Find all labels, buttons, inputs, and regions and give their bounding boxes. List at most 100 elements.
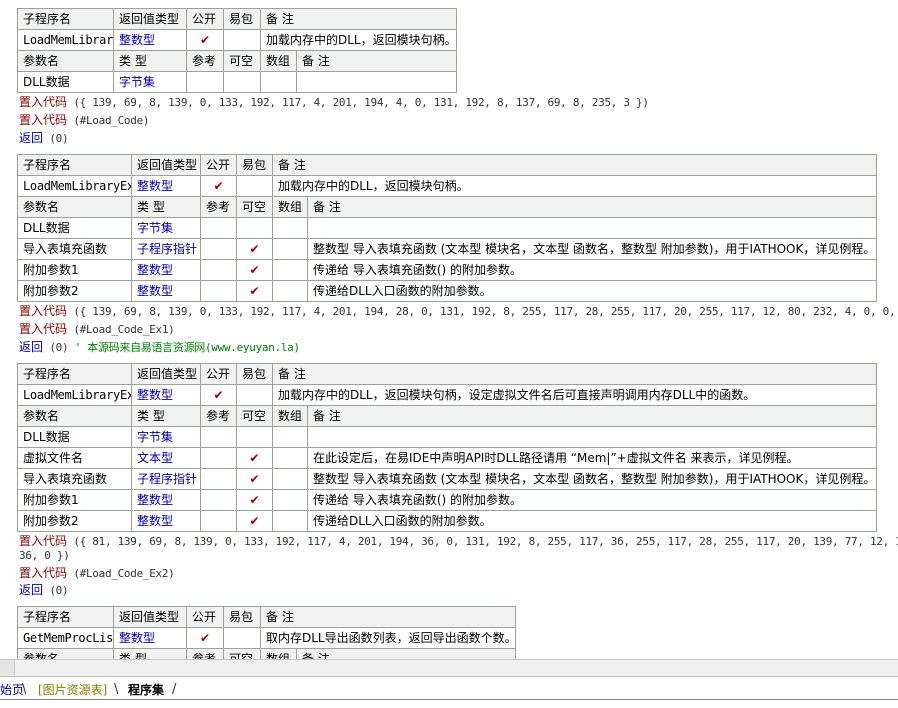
param-note[interactable]	[307, 217, 877, 239]
param-type[interactable]: 子程序指针	[131, 468, 201, 490]
param-row[interactable]: DLL数据 字节集	[17, 217, 877, 239]
code-line[interactable]: 置入代码 ({ 81, 139, 69, 8, 139, 0, 133, 192…	[19, 533, 898, 550]
param-ref[interactable]	[200, 510, 237, 532]
param-ref[interactable]	[200, 426, 237, 448]
code-line[interactable]: 返回 (0)	[19, 130, 69, 147]
param-name[interactable]: DLL数据	[17, 426, 132, 448]
easy-pack-cell[interactable]	[236, 175, 273, 197]
param-row[interactable]: 导入表填充函数 子程序指针 ✔ 整数型 导入表填充函数 (文本型 模块名，文本型…	[17, 238, 877, 260]
param-name[interactable]: 虚拟文件名	[17, 447, 132, 469]
public-check-icon[interactable]: ✔	[200, 175, 237, 197]
param-row[interactable]: 附加参数2 整数型 ✔ 传递给DLL入口函数的附加参数。	[17, 510, 877, 532]
param-name[interactable]: 导入表填充函数	[17, 238, 132, 260]
tab-home[interactable]: 起始页	[0, 681, 24, 699]
param-type[interactable]: 整数型	[131, 510, 201, 532]
param-ref[interactable]	[200, 217, 237, 239]
param-note[interactable]	[307, 426, 877, 448]
param-nullable[interactable]	[236, 217, 273, 239]
param-type[interactable]: 字节集	[131, 426, 201, 448]
param-name[interactable]: 附加参数2	[17, 510, 132, 532]
param-note[interactable]: 在此设定后，在易IDE中声明API时DLL路径请用 “Mem|”+虚拟文件名 来…	[307, 447, 877, 469]
param-ref[interactable]	[186, 71, 224, 93]
param-type[interactable]: 字节集	[131, 217, 201, 239]
code-line[interactable]: 置入代码 ({ 139, 69, 8, 139, 0, 133, 192, 11…	[19, 94, 649, 111]
code-line[interactable]: 置入代码 ({ 139, 69, 8, 139, 0, 133, 192, 11…	[19, 303, 898, 320]
param-note[interactable]	[296, 71, 457, 93]
param-note[interactable]: 传递给DLL入口函数的附加参数。	[307, 280, 877, 302]
param-type[interactable]: 整数型	[131, 259, 201, 281]
param-ref[interactable]	[200, 489, 237, 511]
param-row[interactable]: 附加参数1 整数型 ✔ 传递给 导入表填充函数() 的附加参数。	[17, 489, 877, 511]
param-note[interactable]: 传递给DLL入口函数的附加参数。	[307, 510, 877, 532]
sub-note[interactable]: 加载内存中的DLL，返回模块句柄，设定虚拟文件名后可直接声明调用内存DLL中的函…	[272, 384, 877, 406]
param-type[interactable]: 子程序指针	[131, 238, 201, 260]
param-name[interactable]: 附加参数1	[17, 259, 132, 281]
sub-name[interactable]: LoadMemLibrary	[17, 29, 114, 51]
horizontal-scrollbar[interactable]	[0, 659, 898, 676]
sub-row[interactable]: LoadMemLibrary 整数型 ✔ 加载内存中的DLL，返回模块句柄。	[17, 29, 457, 51]
public-check-icon[interactable]: ✔	[186, 29, 224, 51]
code-line-continuation[interactable]: 36, 0 })	[19, 547, 70, 564]
nullable-check-icon[interactable]: ✔	[236, 489, 273, 511]
param-note[interactable]: 传递给 导入表填充函数() 的附加参数。	[307, 259, 877, 281]
sub-name[interactable]: LoadMemLibraryEx2	[17, 384, 132, 406]
easy-pack-cell[interactable]	[223, 627, 261, 649]
easy-pack-cell[interactable]	[223, 29, 261, 51]
nullable-check-icon[interactable]: ✔	[236, 468, 273, 490]
param-ref[interactable]	[200, 468, 237, 490]
code-line[interactable]: 置入代码 (#Load_Code)	[19, 112, 150, 129]
sub-note[interactable]: 取内存DLL导出函数列表，返回导出函数个数。	[260, 627, 516, 649]
param-nullable[interactable]	[223, 71, 261, 93]
sub-return-type[interactable]: 整数型	[113, 29, 187, 51]
nullable-check-icon[interactable]: ✔	[236, 259, 273, 281]
code-line[interactable]: 置入代码 (#Load_Code_Ex2)	[19, 565, 175, 582]
nullable-check-icon[interactable]: ✔	[236, 238, 273, 260]
public-check-icon[interactable]: ✔	[186, 627, 224, 649]
param-ref[interactable]	[200, 280, 237, 302]
param-name[interactable]: 导入表填充函数	[17, 468, 132, 490]
param-type[interactable]: 字节集	[113, 71, 187, 93]
param-row[interactable]: 附加参数2 整数型 ✔ 传递给DLL入口函数的附加参数。	[17, 280, 877, 302]
nullable-check-icon[interactable]: ✔	[236, 447, 273, 469]
nullable-check-icon[interactable]: ✔	[236, 510, 273, 532]
param-type[interactable]: 文本型	[131, 447, 201, 469]
param-array[interactable]	[260, 71, 297, 93]
param-array[interactable]	[272, 238, 308, 260]
param-row[interactable]: DLL数据 字节集	[17, 426, 877, 448]
sub-note[interactable]: 加载内存中的DLL，返回模块句柄。	[272, 175, 877, 197]
param-note[interactable]: 整数型 导入表填充函数 (文本型 模块名，文本型 函数名，整数型 附加参数)，用…	[307, 238, 877, 260]
param-type[interactable]: 整数型	[131, 489, 201, 511]
param-ref[interactable]	[200, 447, 237, 469]
param-name[interactable]: 附加参数2	[17, 280, 132, 302]
sub-name[interactable]: LoadMemLibraryEx1	[17, 175, 132, 197]
tab-image-resources[interactable]: [图片资源表]	[38, 681, 107, 699]
sub-row[interactable]: LoadMemLibraryEx1 整数型 ✔ 加载内存中的DLL，返回模块句柄…	[17, 175, 877, 197]
param-name[interactable]: 附加参数1	[17, 489, 132, 511]
sub-row[interactable]: GetMemProcList 整数型 ✔ 取内存DLL导出函数列表，返回导出函数…	[17, 627, 516, 649]
param-type[interactable]: 整数型	[131, 280, 201, 302]
param-array[interactable]	[272, 217, 308, 239]
param-row[interactable]: 虚拟文件名 文本型 ✔ 在此设定后，在易IDE中声明API时DLL路径请用 “M…	[17, 447, 877, 469]
param-row[interactable]: DLL数据 字节集	[17, 71, 457, 93]
code-line[interactable]: 置入代码 (#Load_Code_Ex1)	[19, 321, 175, 338]
tab-program-set[interactable]: 程序集	[128, 681, 164, 699]
param-array[interactable]	[272, 447, 308, 469]
public-check-icon[interactable]: ✔	[200, 384, 237, 406]
code-editor[interactable]: 子程序名 返回值类型 公开 易包 备 注 LoadMemLibrary 整数型 …	[0, 0, 898, 659]
code-line[interactable]: 返回 (0)	[19, 582, 69, 599]
sub-return-type[interactable]: 整数型	[131, 175, 201, 197]
param-ref[interactable]	[200, 238, 237, 260]
param-array[interactable]	[272, 280, 308, 302]
param-row[interactable]: 附加参数1 整数型 ✔ 传递给 导入表填充函数() 的附加参数。	[17, 259, 877, 281]
nullable-check-icon[interactable]: ✔	[236, 280, 273, 302]
param-name[interactable]: DLL数据	[17, 217, 132, 239]
param-row[interactable]: 导入表填充函数 子程序指针 ✔ 整数型 导入表填充函数 (文本型 模块名，文本型…	[17, 468, 877, 490]
param-array[interactable]	[272, 468, 308, 490]
param-name[interactable]: DLL数据	[17, 71, 114, 93]
param-note[interactable]: 整数型 导入表填充函数 (文本型 模块名，文本型 函数名，整数型 附加参数)，用…	[307, 468, 877, 490]
sub-row[interactable]: LoadMemLibraryEx2 整数型 ✔ 加载内存中的DLL，返回模块句柄…	[17, 384, 877, 406]
code-line[interactable]: 返回 (0) ' 本源码来自易语言资源网(www.eyuyan.la)	[19, 339, 300, 356]
sub-return-type[interactable]: 整数型	[131, 384, 201, 406]
param-array[interactable]	[272, 426, 308, 448]
sub-name[interactable]: GetMemProcList	[17, 627, 114, 649]
